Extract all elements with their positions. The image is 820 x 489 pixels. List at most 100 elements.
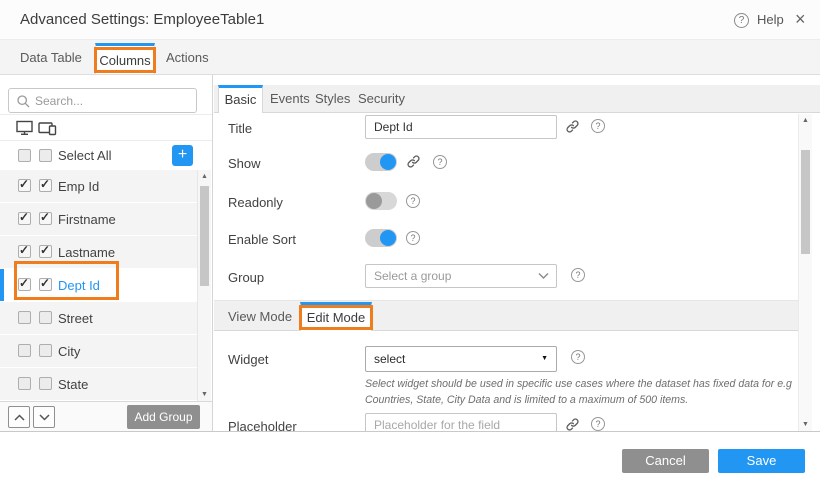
widget-label: Widget bbox=[228, 352, 268, 367]
scroll-down-icon[interactable]: ▼ bbox=[799, 421, 812, 428]
panel-tab-bar: Basic Events Styles Security bbox=[214, 85, 820, 113]
column-label: Street bbox=[58, 302, 93, 334]
tab-security[interactable]: Security bbox=[358, 85, 405, 113]
bind-link-icon[interactable] bbox=[406, 154, 421, 169]
column-label: Dept Id bbox=[58, 269, 100, 301]
bind-link-icon[interactable] bbox=[565, 417, 580, 431]
desktop-checkbox[interactable] bbox=[18, 344, 31, 357]
scrollbar-thumb[interactable] bbox=[801, 150, 810, 254]
search-input[interactable] bbox=[35, 90, 193, 111]
readonly-toggle[interactable] bbox=[365, 192, 397, 210]
desktop-checkbox[interactable] bbox=[18, 245, 31, 258]
tab-events[interactable]: Events bbox=[270, 85, 310, 113]
tab-basic[interactable]: Basic bbox=[218, 85, 263, 113]
select-caret-icon: ▼ bbox=[541, 347, 548, 371]
mobile-checkbox[interactable] bbox=[39, 377, 52, 390]
show-help-icon[interactable]: ? bbox=[433, 155, 447, 169]
chevron-down-icon bbox=[39, 414, 50, 421]
tab-view-mode[interactable]: View Mode bbox=[228, 301, 292, 332]
tab-columns-label: Columns bbox=[99, 53, 150, 68]
title-help-icon[interactable]: ? bbox=[591, 119, 605, 133]
sidebar-scrollbar[interactable]: ▲ ▼ bbox=[197, 170, 211, 401]
column-row-state[interactable]: State bbox=[0, 368, 197, 400]
title-label: Title bbox=[228, 121, 252, 136]
scrollbar-thumb[interactable] bbox=[200, 186, 209, 286]
column-row-emp-id[interactable]: Emp Id bbox=[0, 170, 197, 202]
mobile-checkbox[interactable] bbox=[39, 179, 52, 192]
title-input[interactable] bbox=[365, 115, 557, 139]
tab-data-table[interactable]: Data Table bbox=[20, 40, 82, 75]
scroll-up-icon[interactable]: ▲ bbox=[799, 117, 812, 124]
device-toggle-row bbox=[0, 116, 212, 141]
columns-sidebar: Select All + Emp Id Firstname Lastname bbox=[0, 75, 213, 431]
main-tab-bar: Data Table Columns Actions bbox=[0, 40, 820, 75]
column-label: State bbox=[58, 368, 88, 400]
widget-select[interactable]: select ▼ bbox=[365, 346, 557, 372]
bind-link-icon[interactable] bbox=[565, 119, 580, 134]
desktop-checkbox[interactable] bbox=[18, 179, 31, 192]
show-label: Show bbox=[228, 156, 261, 171]
select-all-mobile-checkbox[interactable] bbox=[39, 149, 52, 162]
mobile-checkbox[interactable] bbox=[39, 278, 52, 291]
tab-columns[interactable]: Columns bbox=[95, 43, 155, 74]
desktop-checkbox[interactable] bbox=[18, 377, 31, 390]
widget-help-icon[interactable]: ? bbox=[571, 350, 585, 364]
tab-actions[interactable]: Actions bbox=[166, 40, 209, 75]
mobile-tablet-icon[interactable] bbox=[38, 120, 57, 136]
search-icon bbox=[17, 95, 30, 108]
desktop-checkbox[interactable] bbox=[18, 311, 31, 324]
search-area bbox=[0, 75, 212, 115]
column-settings-panel: Basic Events Styles Security Title ? Sho… bbox=[214, 75, 820, 431]
select-all-desktop-checkbox[interactable] bbox=[18, 149, 31, 162]
add-column-button[interactable]: + bbox=[172, 145, 193, 166]
column-row-city[interactable]: City bbox=[0, 335, 197, 367]
placeholder-label: Placeholder bbox=[228, 419, 297, 431]
select-all-label: Select All bbox=[58, 142, 111, 169]
column-label: Lastname bbox=[58, 236, 115, 268]
save-button[interactable]: Save bbox=[718, 449, 805, 473]
enable-sort-toggle[interactable] bbox=[365, 229, 397, 247]
mobile-checkbox[interactable] bbox=[39, 245, 52, 258]
cancel-button[interactable]: Cancel bbox=[622, 449, 709, 473]
panel-scrollbar[interactable]: ▲ ▼ bbox=[798, 114, 812, 431]
desktop-checkbox[interactable] bbox=[18, 278, 31, 291]
group-help-icon[interactable]: ? bbox=[571, 268, 585, 282]
column-row-street[interactable]: Street bbox=[0, 302, 197, 334]
dialog-title: Advanced Settings: EmployeeTable1 bbox=[20, 0, 264, 40]
scroll-down-icon[interactable]: ▼ bbox=[198, 391, 211, 398]
close-icon[interactable]: × bbox=[795, 0, 806, 38]
chevron-up-icon bbox=[14, 414, 25, 421]
help-icon[interactable]: ? bbox=[734, 13, 749, 28]
search-box bbox=[8, 88, 197, 113]
placeholder-input[interactable] bbox=[365, 413, 557, 431]
scroll-up-icon[interactable]: ▲ bbox=[198, 173, 211, 180]
desktop-checkbox[interactable] bbox=[18, 212, 31, 225]
tab-edit-mode[interactable]: Edit Mode bbox=[300, 302, 372, 331]
readonly-help-icon[interactable]: ? bbox=[406, 194, 420, 208]
placeholder-help-icon[interactable]: ? bbox=[591, 417, 605, 431]
mobile-checkbox[interactable] bbox=[39, 311, 52, 324]
move-down-button[interactable] bbox=[33, 406, 55, 428]
widget-description: Select widget should be used in specific… bbox=[365, 377, 803, 409]
chevron-down-icon bbox=[538, 272, 549, 280]
desktop-icon[interactable] bbox=[16, 120, 33, 136]
column-label: Emp Id bbox=[58, 170, 99, 202]
widget-select-value: select bbox=[374, 352, 405, 366]
show-toggle[interactable] bbox=[365, 153, 397, 171]
dialog-header: Advanced Settings: EmployeeTable1 ? Help… bbox=[0, 0, 820, 40]
move-up-button[interactable] bbox=[8, 406, 30, 428]
mobile-checkbox[interactable] bbox=[39, 212, 52, 225]
add-group-button[interactable]: Add Group bbox=[127, 405, 200, 429]
mobile-checkbox[interactable] bbox=[39, 344, 52, 357]
tab-styles[interactable]: Styles bbox=[315, 85, 350, 113]
column-row-lastname[interactable]: Lastname bbox=[0, 236, 197, 268]
enable-sort-help-icon[interactable]: ? bbox=[406, 231, 420, 245]
enable-sort-label: Enable Sort bbox=[228, 232, 296, 247]
help-link[interactable]: Help bbox=[757, 0, 784, 40]
column-row-firstname[interactable]: Firstname bbox=[0, 203, 197, 235]
group-select-placeholder: Select a group bbox=[374, 269, 451, 283]
sidebar-footer: Add Group bbox=[0, 401, 212, 431]
dialog-footer: Cancel Save bbox=[0, 431, 820, 489]
column-row-dept-id[interactable]: Dept Id bbox=[0, 269, 197, 301]
group-select[interactable]: Select a group bbox=[365, 264, 557, 288]
